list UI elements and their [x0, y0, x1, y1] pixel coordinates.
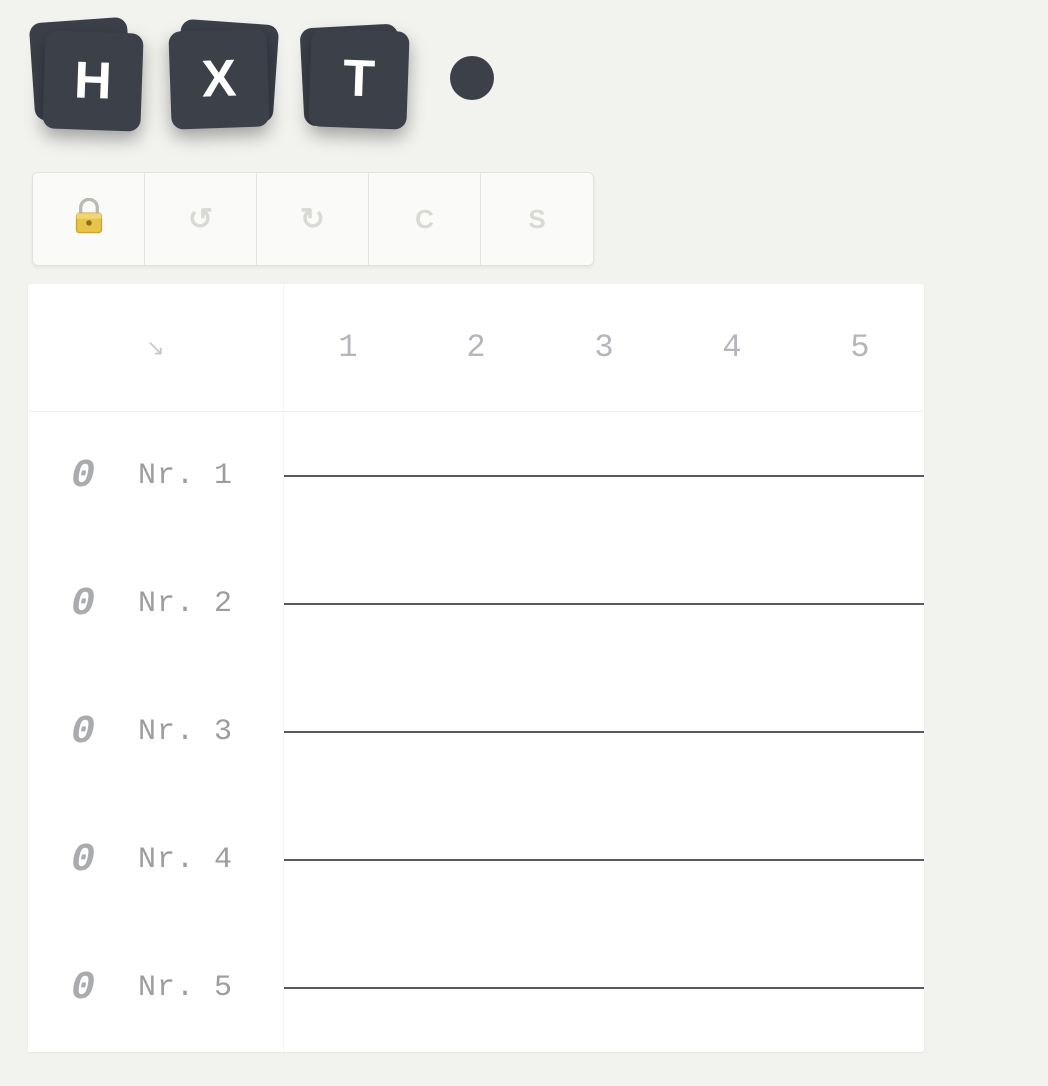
score-grid: ↘ 1 2 3 4 5 0 Nr. 1 0 Nr. 2 0	[28, 284, 924, 1052]
row-name: Nr. 5	[138, 971, 233, 1005]
undo-button[interactable]: ↺	[145, 173, 257, 265]
row-header[interactable]: 0 Nr. 2	[28, 540, 284, 668]
column-header[interactable]: 4	[668, 284, 796, 411]
logo-letter: X	[201, 48, 238, 109]
grid-row: 0 Nr. 1	[28, 412, 924, 540]
s-label: S	[528, 204, 545, 235]
row-score: 0	[28, 966, 138, 1011]
grid-header: ↘ 1 2 3 4 5	[28, 284, 924, 412]
s-button[interactable]: S	[481, 173, 593, 265]
row-track[interactable]	[284, 987, 924, 989]
row-name: Nr. 2	[138, 587, 233, 621]
column-header[interactable]: 1	[284, 284, 412, 411]
row-score: 0	[28, 582, 138, 627]
logo: H X T	[38, 26, 494, 130]
column-header[interactable]: 2	[412, 284, 540, 411]
grid-corner[interactable]: ↘	[28, 284, 284, 411]
row-score: 0	[28, 710, 138, 755]
row-name: Nr. 3	[138, 715, 233, 749]
row-track[interactable]	[284, 731, 924, 733]
row-track[interactable]	[284, 475, 924, 477]
row-name: Nr. 1	[138, 459, 233, 493]
redo-icon: ↻	[300, 202, 325, 237]
grid-body: 0 Nr. 1 0 Nr. 2 0 Nr. 3 0 Nr. 4	[28, 412, 924, 1052]
toolbar: ↺ ↻ C S	[32, 172, 594, 266]
row-score: 0	[28, 454, 138, 499]
c-button[interactable]: C	[369, 173, 481, 265]
column-header[interactable]: 5	[796, 284, 924, 411]
logo-letter: T	[342, 48, 376, 109]
c-label: C	[415, 204, 434, 235]
logo-tile-x: X	[172, 26, 276, 130]
column-headers: 1 2 3 4 5	[284, 284, 924, 411]
grid-row: 0 Nr. 4	[28, 796, 924, 924]
row-header[interactable]: 0 Nr. 3	[28, 668, 284, 796]
redo-button[interactable]: ↻	[257, 173, 369, 265]
grid-row: 0 Nr. 2	[28, 540, 924, 668]
logo-dot-icon	[450, 56, 494, 100]
logo-tile-t: T	[306, 26, 410, 130]
row-header[interactable]: 0 Nr. 4	[28, 796, 284, 924]
lock-button[interactable]	[33, 173, 145, 265]
column-header[interactable]: 3	[540, 284, 668, 411]
row-header[interactable]: 0 Nr. 5	[28, 924, 284, 1052]
logo-tile-h: H	[38, 26, 142, 130]
logo-letter: H	[73, 50, 113, 111]
grid-row: 0 Nr. 5	[28, 924, 924, 1052]
grid-row: 0 Nr. 3	[28, 668, 924, 796]
row-track[interactable]	[284, 603, 924, 605]
diagonal-arrow-icon: ↘	[146, 335, 164, 361]
lock-icon	[72, 198, 106, 241]
row-name: Nr. 4	[138, 843, 233, 877]
undo-icon: ↺	[188, 202, 213, 237]
row-header[interactable]: 0 Nr. 1	[28, 412, 284, 540]
row-score: 0	[28, 838, 138, 883]
row-track[interactable]	[284, 859, 924, 861]
